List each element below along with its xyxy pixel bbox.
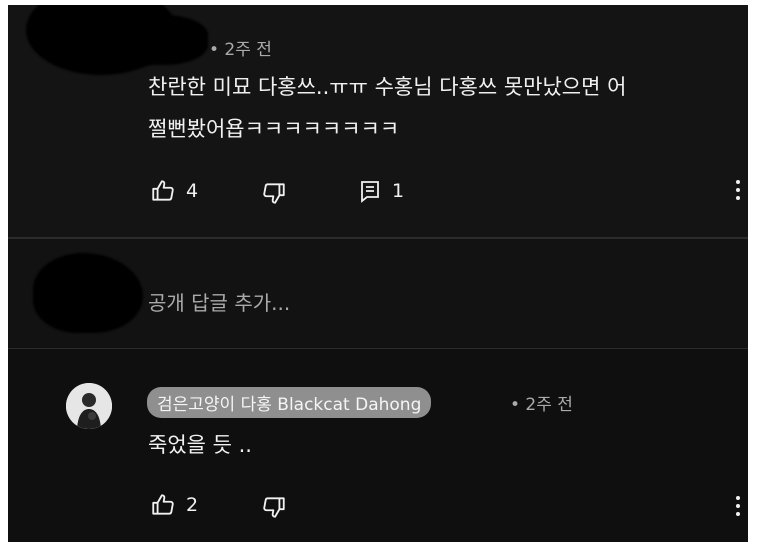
comment-icon xyxy=(361,181,379,203)
more-vertical-icon xyxy=(736,496,740,500)
reply-input[interactable]: 공개 답글 추가... xyxy=(148,287,290,316)
reply-input-row: 공개 답글 추가... xyxy=(8,239,748,349)
more-vertical-icon xyxy=(736,180,740,184)
comment-thread: • 2주 전 찬란한 미묘 다홍쓰..ㅠㅠ 수홍님 다홍쓰 못만났으면 어 쩔뻔… xyxy=(8,5,748,239)
comment-menu-button[interactable] xyxy=(736,180,742,200)
reply-like-button[interactable]: 2 xyxy=(150,492,198,518)
reply-count: 1 xyxy=(392,180,405,202)
author-name-badge[interactable]: 검은고양이 다홍 Blackcat Dahong xyxy=(147,387,432,418)
thumbs-up-icon xyxy=(152,180,174,201)
dislike-button[interactable] xyxy=(261,180,287,206)
reply-text: 죽었을 듯 .. xyxy=(148,433,252,457)
redacted-user-avatar xyxy=(33,253,143,333)
like-count: 4 xyxy=(186,180,199,202)
reply-dislike-button[interactable] xyxy=(261,494,287,520)
comment-text-line1: 찬란한 미묘 다홍쓰..ㅠㅠ 수홍님 다홍쓰 못만났으면 어 xyxy=(148,75,627,99)
like-button[interactable]: 4 xyxy=(150,178,198,204)
reply-menu-button[interactable] xyxy=(736,496,742,516)
comments-panel: • 2주 전 찬란한 미묘 다홍쓰..ㅠㅠ 수홍님 다홍쓰 못만났으면 어 쩔뻔… xyxy=(8,5,748,542)
thumbs-down-icon xyxy=(263,497,285,518)
reply-button[interactable]: 1 xyxy=(358,179,404,203)
comment-text-line2: 쩔뻔봤어욥ㅋㅋㅋㅋㅋㅋㅋㅋ xyxy=(148,117,400,141)
thumbs-up-icon xyxy=(152,494,174,515)
comment-timestamp: • 2주 전 xyxy=(209,40,272,60)
author-avatar[interactable] xyxy=(66,383,112,429)
redacted-username xyxy=(98,15,208,65)
reply-timestamp: • 2주 전 xyxy=(510,395,573,415)
reply-thread: 검은고양이 다홍 Blackcat Dahong • 2주 전 죽었을 듯 ..… xyxy=(8,349,748,542)
reply-like-count: 2 xyxy=(186,494,199,516)
thumbs-down-icon xyxy=(263,183,285,204)
